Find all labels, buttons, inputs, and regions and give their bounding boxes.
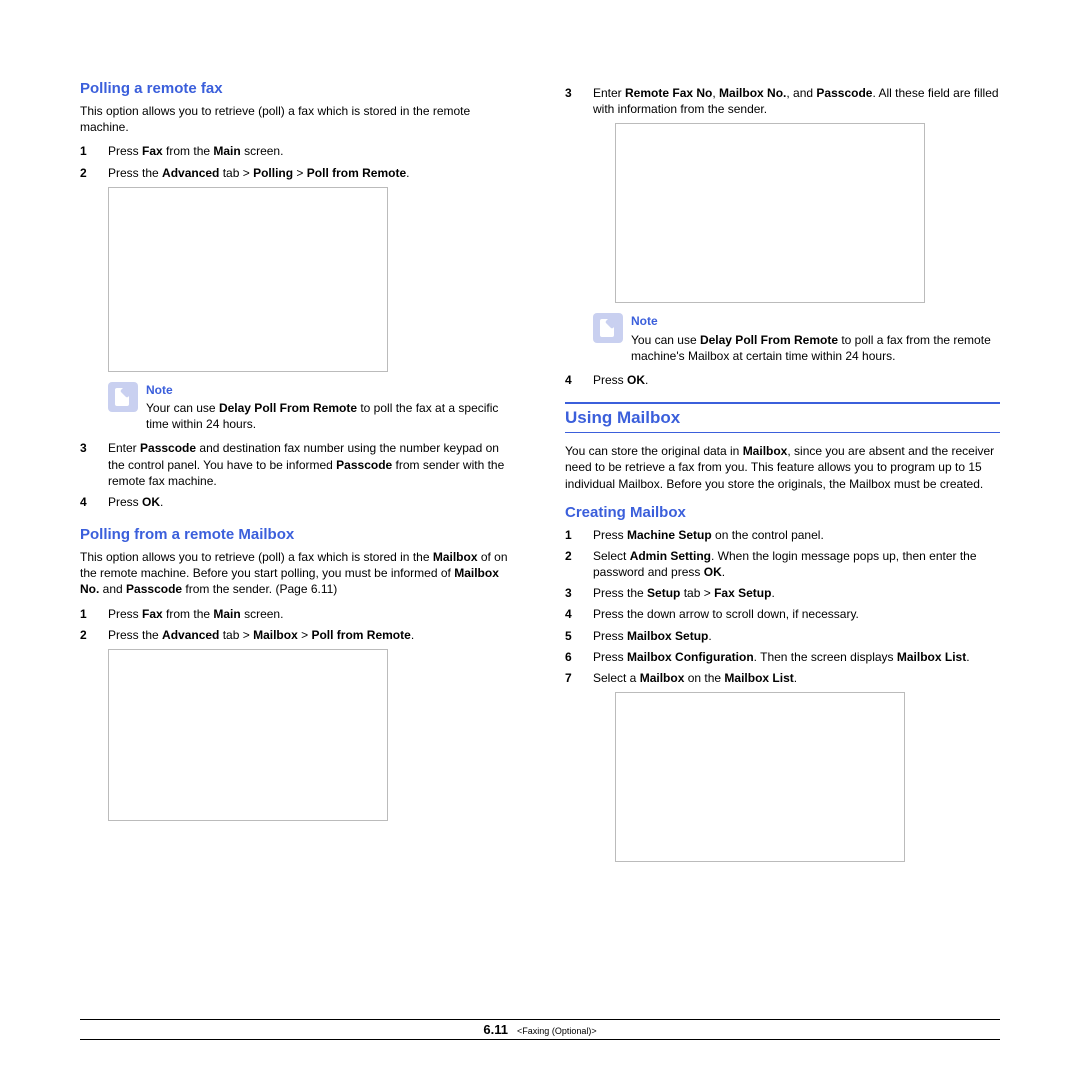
page-number: 6.11: [483, 1022, 508, 1037]
screenshot-placeholder: [615, 692, 905, 862]
chapter-label: <Faxing (Optional)>: [517, 1026, 597, 1036]
c-step-3: 3Press the Setup tab > Fax Setup.: [565, 585, 1000, 601]
step-2: 2 Press the Advanced tab > Polling > Pol…: [80, 165, 515, 181]
c-step-5: 5Press Mailbox Setup.: [565, 628, 1000, 644]
step-2b: 2 Press the Advanced tab > Mailbox > Pol…: [80, 627, 515, 643]
screenshot-placeholder: [108, 649, 388, 821]
intro-text: This option allows you to retrieve (poll…: [80, 103, 515, 135]
note-block: Note You can use Delay Poll From Remote …: [593, 313, 1000, 364]
using-mailbox-heading: Using Mailbox: [565, 402, 1000, 433]
c-step-1: 1Press Machine Setup on the control pane…: [565, 527, 1000, 543]
note-label: Note: [146, 382, 515, 398]
note-label: Note: [631, 313, 1000, 329]
left-column: Polling a remote fax This option allows …: [80, 80, 515, 872]
screenshot-placeholder: [615, 123, 925, 303]
step-1b: 1 Press Fax from the Main screen.: [80, 606, 515, 622]
using-intro: You can store the original data in Mailb…: [565, 443, 1000, 492]
step-4: 4 Press OK.: [80, 494, 515, 510]
intro-text-2: This option allows you to retrieve (poll…: [80, 549, 515, 598]
step-3r: 3 Enter Remote Fax No, Mailbox No., and …: [565, 85, 1000, 117]
page-footer: 6.11 <Faxing (Optional)>: [80, 1019, 1000, 1040]
note-icon: [108, 382, 138, 412]
step-1: 1 Press Fax from the Main screen.: [80, 143, 515, 159]
step-3: 3 Enter Passcode and destination fax num…: [80, 440, 515, 489]
creating-mailbox-heading: Creating Mailbox: [565, 504, 1000, 521]
c-step-6: 6Press Mailbox Configuration. Then the s…: [565, 649, 1000, 665]
step-4r: 4 Press OK.: [565, 372, 1000, 388]
screenshot-placeholder: [108, 187, 388, 372]
right-column: 3 Enter Remote Fax No, Mailbox No., and …: [565, 80, 1000, 872]
note-block: Note Your can use Delay Poll From Remote…: [108, 382, 515, 433]
polling-remote-mailbox-heading: Polling from a remote Mailbox: [80, 526, 515, 543]
note-icon: [593, 313, 623, 343]
c-step-4: 4Press the down arrow to scroll down, if…: [565, 606, 1000, 622]
polling-remote-fax-heading: Polling a remote fax: [80, 80, 515, 97]
c-step-2: 2Select Admin Setting. When the login me…: [565, 548, 1000, 580]
c-step-7: 7Select a Mailbox on the Mailbox List.: [565, 670, 1000, 686]
